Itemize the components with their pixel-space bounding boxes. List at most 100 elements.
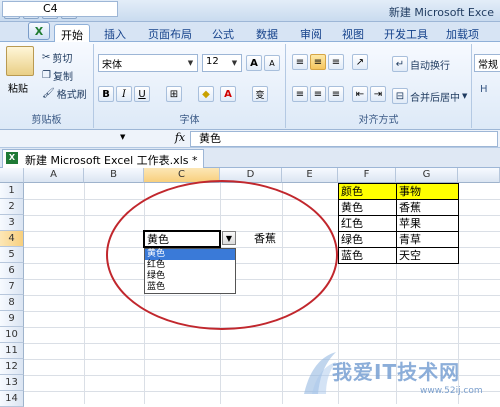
select-all-corner[interactable]	[0, 168, 24, 183]
cut-button[interactable]: ✂ 剪切	[42, 48, 72, 66]
gridline	[24, 311, 500, 312]
paste-label[interactable]: 粘贴	[8, 80, 28, 95]
tab-insert[interactable]: 插入	[98, 24, 132, 42]
row-header-11[interactable]: 11	[0, 343, 24, 359]
align-center-icon[interactable]: ≡	[310, 86, 326, 102]
table-cell[interactable]: 黄色	[338, 199, 397, 216]
grow-font-button[interactable]: A	[246, 55, 262, 71]
chevron-down-icon[interactable]: ▼	[120, 133, 125, 141]
tab-formulas[interactable]: 公式	[206, 24, 240, 42]
borders-icon[interactable]: ⊞	[166, 86, 182, 102]
row-header-4[interactable]: 4	[0, 231, 24, 247]
row-header-10[interactable]: 10	[0, 327, 24, 343]
tab-home[interactable]: 开始	[54, 24, 90, 42]
format-painter-button[interactable]: 🖌 格式刷	[42, 84, 87, 102]
excel-app-icon[interactable]: X	[28, 22, 50, 40]
dropdown-option[interactable]: 黄色	[145, 249, 235, 260]
column-header-d[interactable]: D	[220, 168, 282, 183]
wrap-text-button[interactable]: ↵ 自动换行	[392, 55, 450, 73]
column-header-next[interactable]	[458, 168, 500, 183]
underline-button[interactable]: U	[134, 86, 150, 102]
align-middle-icon[interactable]: ≡	[310, 54, 326, 70]
row-header-7[interactable]: 7	[0, 279, 24, 295]
italic-button[interactable]: I	[116, 86, 132, 102]
dropdown-option[interactable]: 绿色	[145, 271, 235, 282]
number-format-combo[interactable]: 常规	[474, 54, 500, 72]
table-cell[interactable]: 青草	[396, 231, 459, 248]
align-bottom-icon[interactable]: ≡	[328, 54, 344, 70]
align-left-icon[interactable]: ≡	[292, 86, 308, 102]
table-cell[interactable]: 香蕉	[396, 199, 459, 216]
table-cell[interactable]: 红色	[338, 215, 397, 232]
copy-button[interactable]: ❐ 复制	[42, 66, 73, 84]
bold-button[interactable]: B	[98, 86, 114, 102]
active-cell-c4[interactable]: 黄色	[143, 230, 221, 248]
column-header-b[interactable]: B	[84, 168, 144, 183]
tab-developer[interactable]: 开发工具	[378, 24, 434, 42]
number-group: 常规 H	[472, 44, 500, 128]
font-group: 宋体 ▼ 12 ▼ A A B I U ⊞ ◆ A 变 字体	[94, 44, 286, 128]
tab-data[interactable]: 数据	[250, 24, 284, 42]
table-header-color[interactable]: 颜色	[338, 183, 397, 200]
column-header-a[interactable]: A	[24, 168, 84, 183]
table-cell[interactable]: 苹果	[396, 215, 459, 232]
tab-add-ins[interactable]: 加载项	[440, 24, 485, 42]
shrink-font-button[interactable]: A	[264, 55, 280, 71]
tab-page-layout[interactable]: 页面布局	[142, 24, 198, 42]
phonetic-button[interactable]: 变	[252, 86, 268, 102]
clipboard-group: 粘贴 ✂ 剪切 ❐ 复制 🖌 格式刷 剪贴板	[0, 44, 94, 128]
row-header-6[interactable]: 6	[0, 263, 24, 279]
align-top-icon[interactable]: ≡	[292, 54, 308, 70]
window-title: 新建 Microsoft Exce	[388, 6, 494, 19]
dropdown-option[interactable]: 蓝色	[145, 282, 235, 293]
number-group-label: H	[480, 84, 488, 95]
font-color-button[interactable]: A	[220, 86, 236, 102]
tab-view[interactable]: 视图	[336, 24, 370, 42]
align-right-icon[interactable]: ≡	[328, 86, 344, 102]
merge-center-button[interactable]: ⊟ 合并后居中 ▼	[392, 87, 467, 105]
watermark-text: 我爱IT技术网	[332, 360, 461, 384]
table-header-item[interactable]: 事物	[396, 183, 459, 200]
gridline	[24, 327, 500, 328]
tab-review[interactable]: 审阅	[294, 24, 328, 42]
insert-function-icon[interactable]: fx	[172, 131, 188, 147]
gridline	[24, 343, 500, 344]
column-header-g[interactable]: G	[396, 168, 458, 183]
fill-color-icon[interactable]: ◆	[198, 86, 214, 102]
column-header-f[interactable]: F	[338, 168, 396, 183]
dropdown-option[interactable]: 红色	[145, 260, 235, 271]
formula-input[interactable]: 黄色	[190, 131, 498, 147]
row-header-8[interactable]: 8	[0, 295, 24, 311]
watermark: 我爱IT技术网 www.52ij.com	[300, 348, 500, 404]
cell-d4[interactable]: 香蕉	[252, 231, 276, 246]
table-cell[interactable]: 绿色	[338, 231, 397, 248]
column-header-c[interactable]: C	[144, 168, 220, 183]
row-header-3[interactable]: 3	[0, 215, 24, 231]
row-header-1[interactable]: 1	[0, 183, 24, 199]
decrease-indent-icon[interactable]: ⇤	[352, 86, 368, 102]
row-header-14[interactable]: 14	[0, 391, 24, 407]
merge-cells-icon: ⊟	[392, 88, 408, 104]
row-header-9[interactable]: 9	[0, 311, 24, 327]
table-cell[interactable]: 蓝色	[338, 247, 397, 264]
font-name-combo[interactable]: 宋体 ▼	[98, 54, 198, 72]
increase-indent-icon[interactable]: ⇥	[370, 86, 386, 102]
orientation-icon[interactable]: ↗	[352, 54, 368, 70]
font-size-combo[interactable]: 12 ▼	[202, 54, 242, 72]
row-header-5[interactable]: 5	[0, 247, 24, 263]
dropdown-arrow-icon[interactable]: ▼	[222, 231, 236, 245]
table-cell[interactable]: 天空	[396, 247, 459, 264]
paste-icon[interactable]	[6, 46, 34, 76]
font-group-label: 字体	[179, 115, 200, 126]
row-header-2[interactable]: 2	[0, 199, 24, 215]
workbook-icon: X	[6, 152, 18, 164]
ribbon: 粘贴 ✂ 剪切 ❐ 复制 🖌 格式刷 剪贴板 宋体 ▼ 12 ▼ A A B I U ⊞ …	[0, 42, 500, 130]
name-box[interactable]: C4	[2, 1, 118, 17]
gridline	[24, 295, 500, 296]
gridline	[84, 183, 85, 404]
alignment-group-label: 对齐方式	[358, 115, 399, 126]
document-tab[interactable]: 新建 Microsoft Excel 工作表.xls *	[2, 149, 205, 168]
column-header-e[interactable]: E	[282, 168, 338, 183]
row-header-13[interactable]: 13	[0, 375, 24, 391]
row-header-12[interactable]: 12	[0, 359, 24, 375]
